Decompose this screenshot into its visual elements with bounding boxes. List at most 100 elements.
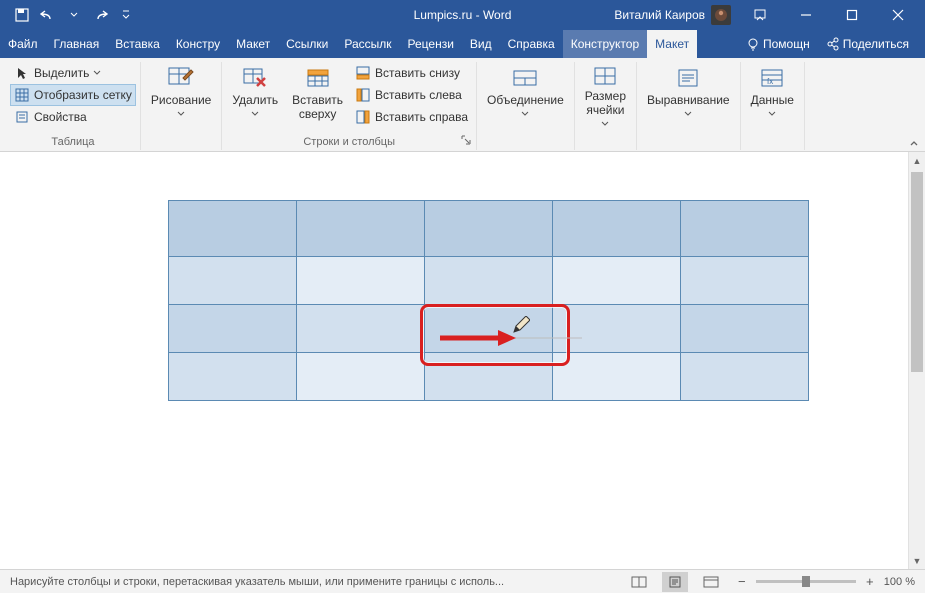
- view-print-layout[interactable]: [662, 572, 688, 592]
- minimize-button[interactable]: [783, 0, 829, 30]
- cell-size-button[interactable]: Размер ячейки: [579, 62, 632, 128]
- user-name[interactable]: Виталий Каиров: [614, 8, 705, 22]
- close-button[interactable]: [875, 0, 921, 30]
- insert-col-right-icon: [355, 109, 371, 125]
- share-button[interactable]: Поделиться: [820, 37, 915, 51]
- alignment-button[interactable]: Выравнивание: [641, 62, 736, 128]
- svg-text:fx: fx: [767, 77, 773, 86]
- tab-help[interactable]: Справка: [500, 30, 563, 58]
- title-bar: Lumpics.ru - Word Виталий Каиров: [0, 0, 925, 30]
- insert-right-label: Вставить справа: [375, 110, 468, 124]
- zoom-value[interactable]: 100 %: [884, 576, 915, 588]
- draw-table-button[interactable]: Рисование: [145, 62, 217, 128]
- status-bar: Нарисуйте столбцы и строки, перетаскивая…: [0, 569, 925, 593]
- chevron-down-icon: [93, 69, 101, 77]
- maximize-button[interactable]: [829, 0, 875, 30]
- group-merge: Объединение: [477, 62, 575, 150]
- merge-label: Объединение: [487, 94, 564, 108]
- user-area: Виталий Каиров: [614, 0, 925, 30]
- tell-me-label: Помощн: [763, 37, 810, 51]
- undo-button[interactable]: [36, 3, 60, 27]
- tab-layout[interactable]: Макет: [228, 30, 278, 58]
- group-rows-columns: Удалить Вставить сверху Вставить снизу В…: [222, 62, 477, 150]
- select-label: Выделить: [34, 66, 89, 80]
- group-table-label: Таблица: [51, 134, 94, 150]
- properties-label: Свойства: [34, 110, 87, 124]
- undo-dropdown[interactable]: [62, 3, 86, 27]
- cursor-icon: [14, 65, 30, 81]
- zoom-slider[interactable]: [756, 580, 856, 583]
- vertical-scrollbar[interactable]: ▲ ▼: [908, 152, 925, 569]
- tab-review[interactable]: Рецензи: [400, 30, 462, 58]
- data-icon: fx: [756, 64, 788, 92]
- ribbon-tabs: Файл Главная Вставка Констру Макет Ссылк…: [0, 30, 925, 58]
- insert-right-button[interactable]: Вставить справа: [351, 106, 472, 128]
- page: [60, 172, 880, 532]
- tab-mailings[interactable]: Рассылк: [336, 30, 399, 58]
- properties-button[interactable]: Свойства: [10, 106, 136, 128]
- insert-left-button[interactable]: Вставить слева: [351, 84, 472, 106]
- gridlines-label: Отобразить сетку: [34, 88, 132, 102]
- scroll-down-button[interactable]: ▼: [909, 552, 925, 569]
- insert-below-button[interactable]: Вставить снизу: [351, 62, 472, 84]
- ribbon-options-button[interactable]: [737, 0, 783, 30]
- insert-row-below-icon: [355, 65, 371, 81]
- scroll-up-button[interactable]: ▲: [909, 152, 925, 169]
- alignment-label: Выравнивание: [647, 94, 730, 108]
- group-cell-size: Размер ячейки: [575, 62, 637, 150]
- group-table: Выделить Отобразить сетку Свойства Табли…: [6, 62, 141, 150]
- view-web-layout[interactable]: [698, 572, 724, 592]
- scroll-thumb[interactable]: [911, 172, 923, 372]
- data-label: Данные: [751, 94, 794, 108]
- document-area[interactable]: [0, 152, 925, 569]
- cell-size-label: Размер ячейки: [585, 90, 626, 118]
- chevron-down-icon: [684, 110, 692, 118]
- chevron-down-icon: [177, 110, 185, 118]
- zoom-slider-knob[interactable]: [802, 576, 810, 587]
- redo-button[interactable]: [88, 3, 112, 27]
- delete-button[interactable]: Удалить: [226, 62, 284, 128]
- draw-label: Рисование: [151, 94, 211, 108]
- tab-insert[interactable]: Вставка: [107, 30, 168, 58]
- merge-button[interactable]: Объединение: [481, 62, 570, 128]
- tab-references[interactable]: Ссылки: [278, 30, 336, 58]
- insert-above-label: Вставить сверху: [292, 94, 343, 122]
- view-gridlines-button[interactable]: Отобразить сетку: [10, 84, 136, 106]
- delete-label: Удалить: [232, 94, 278, 108]
- tab-design[interactable]: Констру: [168, 30, 228, 58]
- group-alignment: Выравнивание: [637, 62, 741, 150]
- user-avatar[interactable]: [711, 5, 731, 25]
- rows-cols-launcher[interactable]: [459, 133, 473, 147]
- collapse-ribbon-button[interactable]: [909, 139, 919, 149]
- chevron-down-icon: [601, 120, 609, 128]
- merge-icon: [509, 64, 541, 92]
- insert-col-left-icon: [355, 87, 371, 103]
- insert-above-button[interactable]: Вставить сверху: [286, 62, 349, 128]
- draw-table-icon: [165, 64, 197, 92]
- tab-table-design[interactable]: Конструктор: [563, 30, 647, 58]
- tab-view[interactable]: Вид: [462, 30, 500, 58]
- document-table[interactable]: [168, 200, 809, 401]
- tab-file[interactable]: Файл: [0, 30, 46, 58]
- chevron-down-icon: [251, 110, 259, 118]
- lightbulb-icon: [746, 37, 760, 51]
- grid-icon: [14, 87, 30, 103]
- share-label: Поделиться: [843, 37, 909, 51]
- properties-icon: [14, 109, 30, 125]
- zoom-in-button[interactable]: +: [862, 574, 878, 590]
- cell-size-icon: [589, 64, 621, 88]
- tab-home[interactable]: Главная: [46, 30, 108, 58]
- tab-table-layout[interactable]: Макет: [647, 30, 697, 58]
- quick-access-toolbar: [0, 3, 138, 27]
- ribbon: Выделить Отобразить сетку Свойства Табли…: [0, 58, 925, 152]
- tell-me-button[interactable]: Помощн: [740, 37, 816, 51]
- save-button[interactable]: [10, 3, 34, 27]
- data-button[interactable]: fx Данные: [745, 62, 800, 128]
- qat-customize[interactable]: [114, 3, 138, 27]
- zoom-out-button[interactable]: −: [734, 574, 750, 590]
- zoom-controls: − + 100 %: [734, 574, 915, 590]
- window-title: Lumpics.ru - Word: [414, 8, 512, 22]
- view-read-mode[interactable]: [626, 572, 652, 592]
- select-button[interactable]: Выделить: [10, 62, 136, 84]
- insert-row-above-icon: [302, 64, 334, 92]
